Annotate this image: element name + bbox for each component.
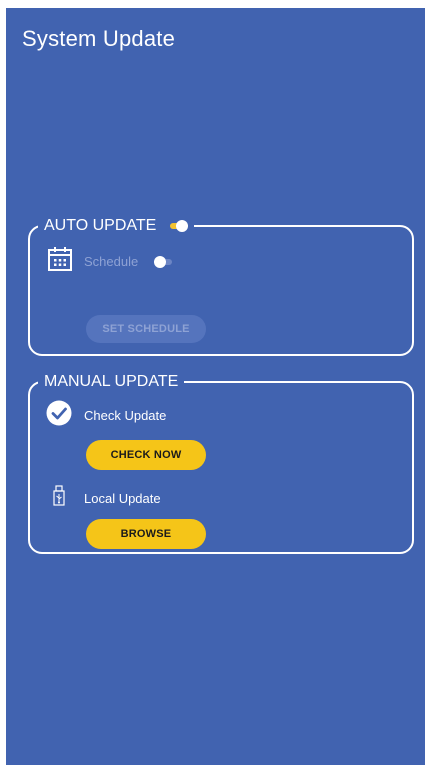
set-schedule-button[interactable]: SET SCHEDULE (86, 315, 206, 343)
schedule-row: Schedule (46, 245, 176, 278)
check-now-button[interactable]: CHECK NOW (86, 440, 206, 470)
check-update-row: Check Update (46, 400, 166, 431)
page-title: System Update (22, 26, 176, 51)
manual-update-title: MANUAL UPDATE (44, 373, 179, 390)
local-update-label: Local Update (84, 491, 161, 506)
manual-update-legend: MANUAL UPDATE (38, 370, 185, 394)
auto-update-toggle[interactable] (166, 220, 189, 232)
local-update-row: Local Update (52, 485, 161, 512)
system-update-screen: System Update AUTO UPDATE Schedule SET S… (6, 8, 425, 765)
browse-button[interactable]: BROWSE (86, 519, 206, 549)
schedule-toggle[interactable] (154, 255, 176, 268)
auto-update-title: AUTO UPDATE (44, 217, 157, 234)
usb-icon (52, 485, 66, 512)
schedule-toggle-knob (154, 255, 167, 268)
auto-update-panel: AUTO UPDATE Schedule SET SCHEDULE (28, 214, 414, 356)
auto-update-toggle-knob (176, 220, 189, 232)
check-circle-icon (46, 400, 72, 431)
schedule-label: Schedule (84, 254, 139, 269)
auto-update-legend: AUTO UPDATE (38, 214, 195, 238)
manual-update-panel: MANUAL UPDATE Check Update CHECK NOW Loc… (28, 370, 414, 554)
check-update-label: Check Update (84, 408, 167, 423)
calendar-icon (46, 245, 74, 278)
